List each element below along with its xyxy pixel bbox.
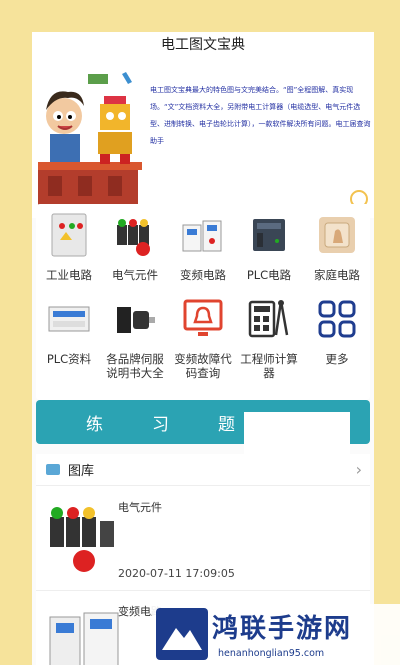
- app-screen: 电工图文宝典 电工图文宝典最大的特色图与文完美结合。“图”全程图解、真实现场。“…: [32, 32, 374, 665]
- control-cabinet-icon: [47, 212, 91, 258]
- gallery-item-electrical-components[interactable]: 电气元件 2020-07-11 17:09:05: [36, 487, 370, 587]
- push-button-thumbnail: [50, 507, 114, 572]
- wall-switch-icon: [315, 212, 359, 258]
- app-title: 电工图文宝典: [32, 32, 374, 58]
- more-grid-icon: [315, 296, 359, 342]
- practice-button[interactable]: 练 习 题: [36, 400, 370, 464]
- menu-item-label: 变频故障代码查询: [174, 352, 232, 380]
- menu-item-home-circuit[interactable]: 家庭电路: [304, 212, 370, 282]
- category-grid: 工业电路 电气元件 变频电路 PLC电路 家庭电路 PLC资料 各品牌伺服说明书…: [36, 204, 370, 400]
- menu-item-engineer-calculator[interactable]: 工程师计算器: [236, 296, 302, 380]
- menu-item-industrial-circuit[interactable]: 工业电路: [36, 212, 102, 282]
- plc-device-icon: [47, 296, 91, 342]
- menu-item-servo-manuals[interactable]: 各品牌伺服说明书大全: [102, 296, 168, 380]
- menu-item-label: 各品牌伺服说明书大全: [106, 352, 164, 380]
- calculator-icon: [247, 296, 291, 342]
- practice-char-1: 练: [86, 415, 105, 435]
- gallery-item-time: 2020-07-11 17:09:05: [118, 567, 235, 580]
- chevron-right-icon: ›: [355, 460, 362, 479]
- banner-text: 电工图文宝典最大的特色图与文完美结合。“图”全程图解、真实现场。“文”文档资料大…: [150, 86, 371, 145]
- menu-item-inverter-circuit[interactable]: 变频电路: [170, 212, 236, 282]
- plc-module-icon: [247, 212, 291, 258]
- menu-item-label: 电气元件: [112, 268, 158, 282]
- watermark: 鸿联手游网 henanhonglian95.com: [152, 604, 400, 665]
- servo-motor-icon: [113, 296, 157, 342]
- menu-item-label: 工业电路: [46, 268, 92, 282]
- electrician-illustration: [38, 72, 142, 206]
- alarm-icon: [181, 296, 225, 342]
- push-button-icon: [113, 212, 157, 258]
- menu-item-label: 工程师计算器: [240, 352, 298, 380]
- gallery-header[interactable]: 图库 ›: [36, 454, 370, 486]
- menu-item-label: 家庭电路: [314, 268, 360, 282]
- menu-item-plc-circuit[interactable]: PLC电路: [236, 212, 302, 282]
- gallery-title: 图库: [68, 464, 95, 479]
- menu-item-label: 更多: [325, 352, 349, 366]
- menu-item-label: 变频电路: [180, 268, 226, 282]
- menu-item-plc-docs[interactable]: PLC资料: [36, 296, 102, 366]
- watermark-logo: [156, 608, 208, 660]
- practice-char-2: 习: [152, 415, 171, 435]
- practice-char-3: 题: [218, 415, 237, 435]
- menu-item-inverter-fault-codes[interactable]: 变频故障代码查询: [170, 296, 236, 380]
- menu-item-electrical-components[interactable]: 电气元件: [102, 212, 168, 282]
- menu-item-label: PLC电路: [246, 268, 292, 282]
- watermark-title: 鸿联手游网: [212, 614, 353, 644]
- gallery-item-name: 电气元件: [118, 501, 162, 514]
- banner[interactable]: 电工图文宝典最大的特色图与文完美结合。“图”全程图解、真实现场。“文”文档资料大…: [32, 58, 374, 218]
- watermark-url: henanhonglian95.com: [218, 648, 325, 659]
- menu-item-more[interactable]: 更多: [304, 296, 370, 366]
- image-gallery-icon: [46, 464, 60, 475]
- menu-item-label: PLC资料: [46, 352, 92, 366]
- inverter-thumbnail: [49, 612, 119, 665]
- inverter-icon: [181, 212, 225, 258]
